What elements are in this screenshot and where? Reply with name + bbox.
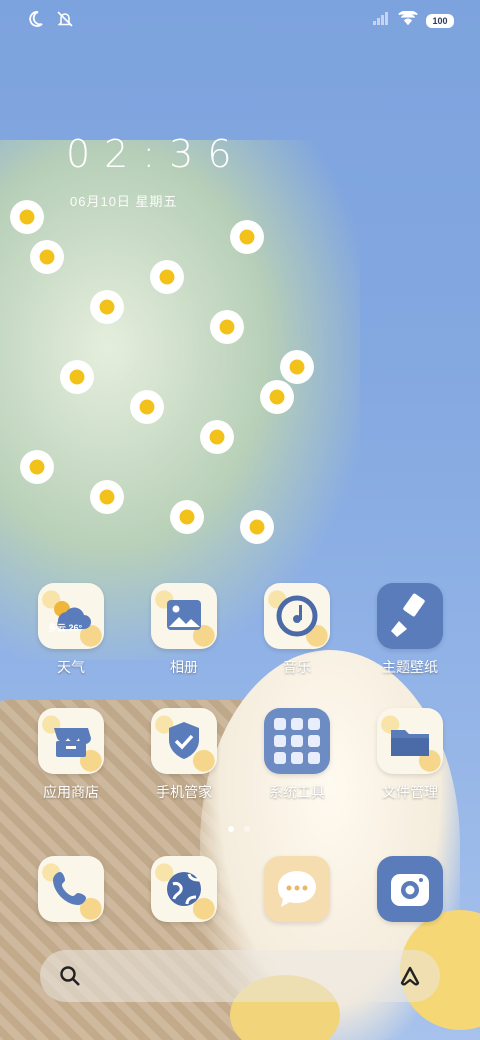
dock-messages[interactable] (242, 856, 352, 922)
app-weather[interactable]: 多云 26° 天气 (16, 583, 126, 677)
page-indicator (228, 826, 250, 832)
app-phone-manager[interactable]: 手机管家 (129, 708, 239, 802)
shield-icon (151, 708, 217, 774)
dock-phone[interactable] (16, 856, 126, 922)
app-label-theme: 主题壁纸 (382, 659, 438, 675)
camera-icon (377, 856, 443, 922)
app-label-system-tools: 系统工具 (269, 784, 325, 800)
dock-camera[interactable] (355, 856, 465, 922)
battery-indicator: 100 (426, 13, 454, 28)
message-icon (264, 856, 330, 922)
weather-summary: 多云 26° (48, 623, 83, 633)
assistant-icon[interactable] (398, 964, 422, 988)
wifi-icon (398, 10, 418, 30)
app-label-weather: 天气 (57, 659, 85, 675)
app-label-gallery: 相册 (170, 659, 198, 675)
search-icon[interactable] (58, 964, 82, 988)
folder-grid-icon (264, 708, 330, 774)
app-file-manager[interactable]: 文件管理 (355, 708, 465, 802)
clock-date[interactable]: 06月10日 星期五 (70, 191, 178, 210)
app-label-music: 音乐 (283, 659, 311, 675)
status-bar: 100 (0, 0, 480, 40)
app-label-store: 应用商店 (43, 784, 99, 800)
page-dot-2[interactable] (244, 826, 250, 832)
dock-browser[interactable] (129, 856, 239, 922)
mute-icon (56, 10, 74, 33)
phone-icon (38, 856, 104, 922)
moon-icon (26, 10, 44, 33)
clock-time[interactable]: 02:36 (66, 132, 246, 176)
app-store[interactable]: 应用商店 (16, 708, 126, 802)
weather-icon: 多云 26° (38, 583, 104, 649)
signal-icon (372, 11, 390, 30)
music-icon (264, 583, 330, 649)
search-bar[interactable] (40, 950, 440, 1002)
app-label-phone-manager: 手机管家 (156, 784, 212, 800)
app-music[interactable]: 音乐 (242, 583, 352, 677)
gallery-icon (151, 583, 217, 649)
app-system-tools[interactable]: 系统工具 (242, 708, 352, 802)
page-dot-1[interactable] (228, 826, 234, 832)
browser-icon (151, 856, 217, 922)
file-icon (377, 708, 443, 774)
brush-icon (377, 583, 443, 649)
app-label-file-manager: 文件管理 (382, 784, 438, 800)
app-gallery[interactable]: 相册 (129, 583, 239, 677)
app-theme[interactable]: 主题壁纸 (355, 583, 465, 677)
store-icon (38, 708, 104, 774)
